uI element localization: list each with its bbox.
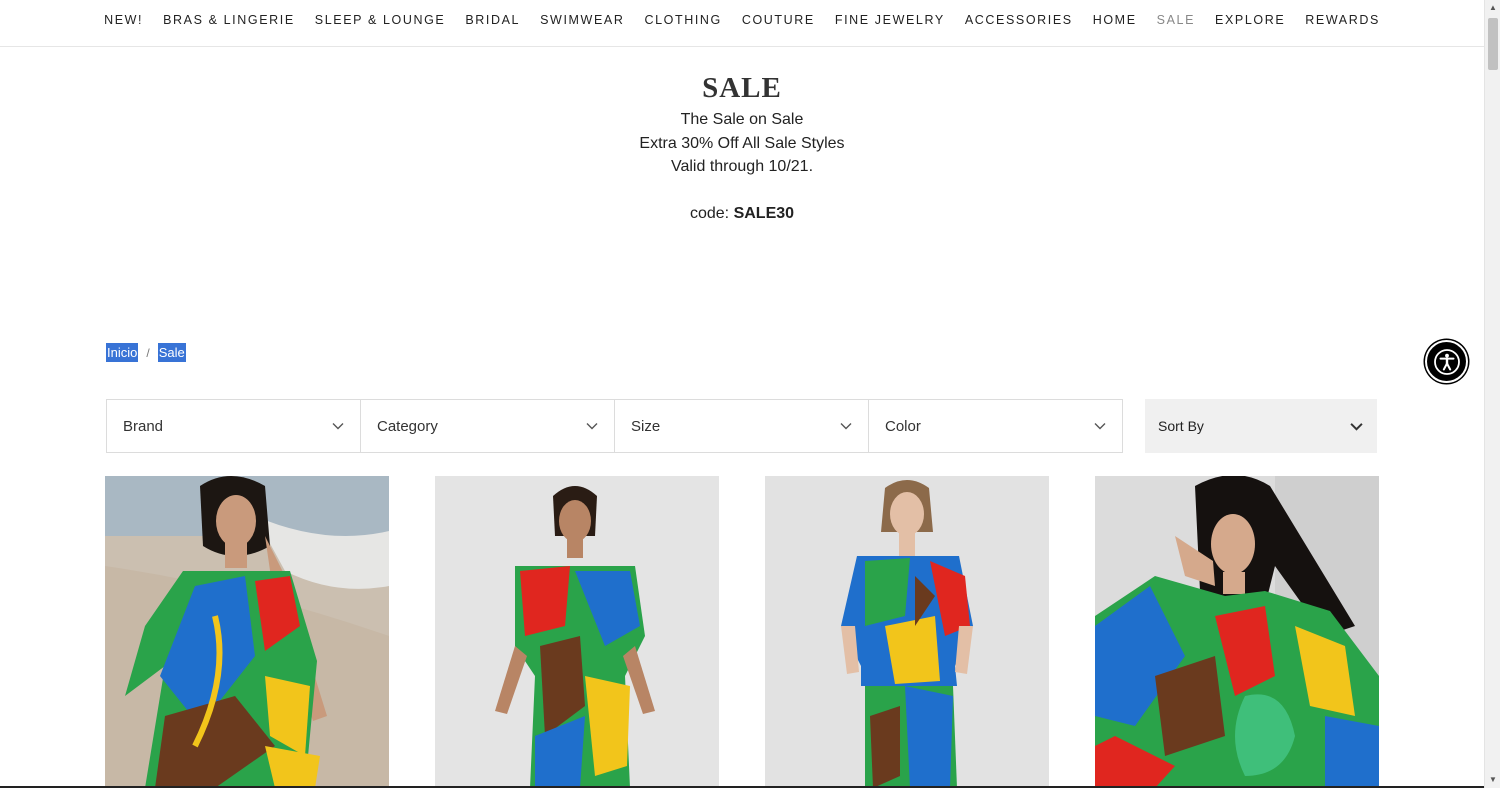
nav-item-bridal[interactable]: BRIDAL: [455, 13, 530, 27]
nav-item-fine-jewelry[interactable]: FINE JEWELRY: [825, 13, 955, 27]
nav-item-rewards[interactable]: REWARDS: [1295, 13, 1390, 27]
color-filter-label: Color: [885, 417, 921, 435]
chevron-down-icon: [1350, 422, 1363, 431]
promo-code: code: SALE30: [0, 202, 1484, 226]
promo-line-2: Extra 30% Off All Sale Styles: [639, 134, 845, 152]
sort-by-dropdown[interactable]: Sort By: [1145, 399, 1377, 453]
breadcrumb-current[interactable]: Sale: [157, 343, 186, 362]
chevron-down-icon: [1094, 423, 1106, 430]
nav-item-sleep-lounge[interactable]: SLEEP & LOUNGE: [305, 13, 456, 27]
brand-filter-dropdown[interactable]: Brand: [107, 400, 361, 452]
breadcrumb-separator: /: [146, 345, 150, 360]
promo-line-1: The Sale on Sale: [680, 111, 804, 128]
product-image[interactable]: [765, 476, 1049, 788]
sale-promo: SALE The Sale on Sale Extra 30% Off All …: [0, 68, 1484, 225]
nav-item-sale[interactable]: SALE: [1147, 13, 1205, 27]
filter-bar: Brand Category Size Color: [106, 399, 1123, 453]
top-navigation: NEW! BRAS & LINGERIE SLEEP & LOUNGE BRID…: [0, 0, 1484, 47]
nav-item-explore[interactable]: EXPLORE: [1205, 13, 1295, 27]
product-image[interactable]: [105, 476, 389, 788]
chevron-down-icon: [332, 423, 344, 430]
category-filter-label: Category: [377, 417, 438, 435]
category-filter-dropdown[interactable]: Category: [361, 400, 615, 452]
product-card[interactable]: [435, 476, 719, 788]
product-card[interactable]: [105, 476, 389, 788]
nav-item-home[interactable]: HOME: [1083, 13, 1147, 27]
nav-item-accessories[interactable]: ACCESSORIES: [955, 13, 1083, 27]
breadcrumb: Inicio / Sale: [106, 343, 186, 362]
scroll-down-icon[interactable]: ▼: [1485, 772, 1500, 788]
promo-code-value: SALE30: [733, 204, 795, 222]
color-filter-dropdown[interactable]: Color: [869, 400, 1122, 452]
nav-item-bras-lingerie[interactable]: BRAS & LINGERIE: [153, 13, 305, 27]
accessibility-icon: [1433, 348, 1460, 375]
accessibility-button[interactable]: [1425, 340, 1468, 383]
chevron-down-icon: [586, 423, 598, 430]
nav-item-new[interactable]: NEW!: [94, 13, 153, 27]
size-filter-label: Size: [631, 417, 661, 435]
scroll-up-icon[interactable]: ▲: [1485, 0, 1500, 16]
product-image[interactable]: [435, 476, 719, 788]
scrollbar[interactable]: ▲ ▼: [1484, 0, 1500, 788]
nav-item-swimwear[interactable]: SWIMWEAR: [530, 13, 634, 27]
breadcrumb-home-link[interactable]: Inicio: [106, 343, 139, 362]
product-card[interactable]: [1095, 476, 1379, 788]
nav-item-couture[interactable]: COUTURE: [732, 13, 825, 27]
product-card[interactable]: [765, 476, 1049, 788]
brand-filter-label: Brand: [123, 417, 164, 435]
chevron-down-icon: [840, 423, 852, 430]
promo-code-label: code:: [689, 204, 734, 222]
nav-item-clothing[interactable]: CLOTHING: [634, 13, 731, 27]
sort-by-label: Sort By: [1158, 418, 1204, 434]
nav-menu: NEW! BRAS & LINGERIE SLEEP & LOUNGE BRID…: [0, 0, 1484, 40]
product-grid: [105, 476, 1379, 788]
promo-line-3: Valid through 10/21.: [670, 158, 814, 175]
scrollbar-thumb[interactable]: [1488, 18, 1498, 70]
product-image[interactable]: [1095, 476, 1379, 788]
page-title: SALE: [702, 72, 782, 104]
size-filter-dropdown[interactable]: Size: [615, 400, 869, 452]
